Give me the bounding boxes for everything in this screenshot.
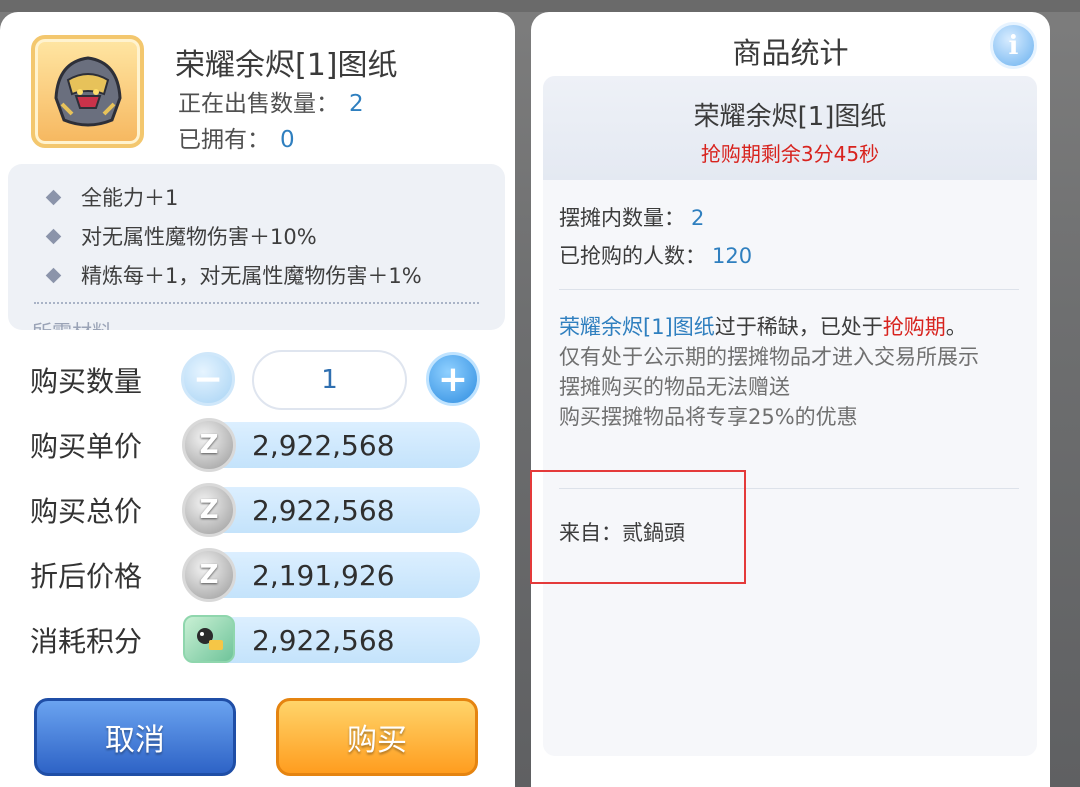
- zeny-coin-icon: Z: [182, 548, 236, 602]
- on-sale-value: 2: [349, 91, 364, 117]
- discount-price-value: 2,191,926: [200, 552, 480, 598]
- desc-item-link: 荣耀余烬[1]图纸: [559, 315, 715, 339]
- points-card-icon: [183, 615, 235, 663]
- on-sale-label: 正在出售数量：: [178, 91, 339, 117]
- diamond-bullet-icon: [45, 267, 62, 283]
- background-strip: [0, 0, 1080, 12]
- item-title: 荣耀余烬[1]图纸: [175, 48, 398, 83]
- effect-item: 全能力＋1: [45, 182, 178, 212]
- highlight-annotation: [530, 470, 746, 584]
- total-price-label: 购买总价: [30, 495, 143, 528]
- panel-title: 商品统计: [732, 36, 849, 70]
- owned-row: 已拥有： 0: [178, 120, 295, 154]
- points-card-icon: [197, 628, 223, 650]
- discount-price-label: 折后价格: [30, 560, 143, 593]
- diamond-bullet-icon: [45, 228, 62, 244]
- points-value: 2,922,568: [200, 617, 480, 663]
- desc-line-4: 购买摆摊物品将专享25%的优惠: [559, 405, 858, 429]
- owned-label: 已拥有：: [178, 127, 270, 153]
- effects-list[interactable]: 全能力＋1 对无属性魔物伤害＋10% 精炼每＋1，对无属性魔物伤害＋1% 所需材…: [8, 164, 505, 330]
- divider: [559, 289, 1019, 290]
- item-stats-panel: 商品统计 i 荣耀余烬[1]图纸 抢购期剩余3分45秒 摆摊内数量： 2 已抢购的…: [531, 12, 1050, 787]
- item-icon: [31, 35, 144, 148]
- rush-timer: 抢购期剩余3分45秒: [700, 142, 880, 166]
- desc-line-1: 荣耀余烬[1]图纸过于稀缺，已处于抢购期。: [559, 315, 967, 339]
- materials-heading: 所需材料: [32, 316, 112, 330]
- info-icon: i: [1008, 30, 1019, 61]
- quantity-label: 购买数量: [30, 365, 143, 398]
- decrease-quantity-button[interactable]: −: [181, 352, 235, 406]
- zeny-coin-icon: Z: [182, 418, 236, 472]
- owned-value: 0: [280, 127, 295, 153]
- buyers-value: 120: [712, 244, 753, 268]
- stats-item-name: 荣耀余烬[1]图纸: [693, 102, 887, 132]
- cancel-button[interactable]: 取消: [34, 698, 236, 776]
- diamond-bullet-icon: [45, 189, 62, 205]
- unit-price-label: 购买单价: [30, 430, 143, 463]
- quantity-input[interactable]: 1: [252, 350, 407, 410]
- points-label: 消耗积分: [30, 625, 143, 658]
- minus-icon: −: [192, 358, 224, 400]
- stats-detail-box: 荣耀余烬[1]图纸 抢购期剩余3分45秒 摆摊内数量： 2 已抢购的人数： 120 …: [543, 76, 1037, 756]
- desc-line-2: 仅有处于公示期的摆摊物品才进入交易所展示: [559, 345, 979, 369]
- plus-icon: +: [437, 358, 469, 400]
- on-sale-row: 正在出售数量： 2: [178, 84, 364, 118]
- rules-description: 荣耀余烬[1]图纸过于稀缺，已处于抢购期。 仅有处于公示期的摆摊物品才进入交易所…: [559, 312, 1019, 432]
- zeny-coin-icon: Z: [182, 483, 236, 537]
- effect-item: 精炼每＋1，对无属性魔物伤害＋1%: [45, 260, 422, 290]
- helmet-icon: [53, 55, 122, 126]
- stall-quantity-value: 2: [691, 206, 705, 230]
- effect-item: 对无属性魔物伤害＋10%: [45, 221, 317, 251]
- buy-button[interactable]: 购买: [276, 698, 478, 776]
- unit-price-value: 2,922,568: [200, 422, 480, 468]
- stats-header: 荣耀余烬[1]图纸 抢购期剩余3分45秒: [543, 76, 1037, 180]
- increase-quantity-button[interactable]: +: [426, 352, 480, 406]
- purchase-panel: 荣耀余烬[1]图纸 正在出售数量： 2 已拥有： 0 全能力＋1 对无属性魔物伤害＋…: [0, 12, 515, 787]
- info-button[interactable]: i: [990, 22, 1037, 69]
- total-price-value: 2,922,568: [200, 487, 480, 533]
- dotted-divider: [34, 302, 479, 304]
- stall-quantity-row: 摆摊内数量： 2: [559, 206, 705, 230]
- desc-line-3: 摆摊购买的物品无法赠送: [559, 375, 790, 399]
- buyers-row: 已抢购的人数： 120: [559, 244, 753, 268]
